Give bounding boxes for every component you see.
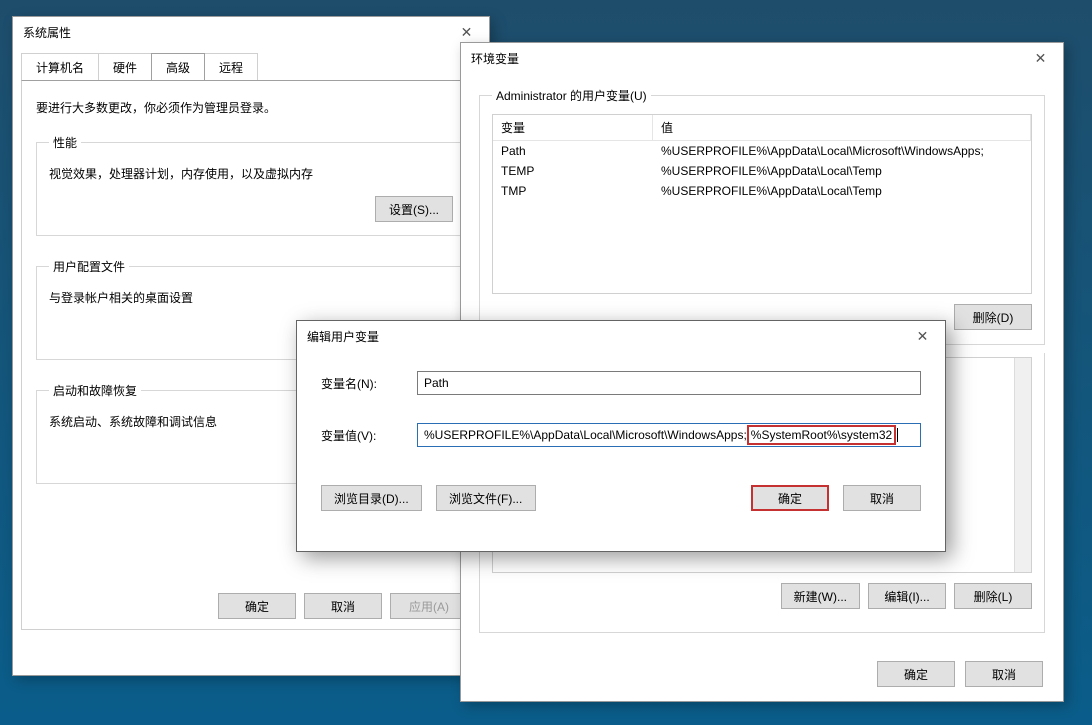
edit-form: 变量名(N): 变量值(V): %USERPROFILE%\AppData\Lo… [297,351,945,485]
var-value-cell: %USERPROFILE%\AppData\Local\Microsoft\Wi… [653,141,1031,161]
sys-apply-button[interactable]: 应用(A) [390,593,468,619]
var-name-cell: TEMP [493,161,653,181]
group-performance: 性能 视觉效果，处理器计划，内存使用，以及虚拟内存 设置(S)... [36,134,466,236]
value-highlight: %SystemRoot%\system32 [747,425,896,445]
value-segment: %USERPROFILE%\AppData\Local\Microsoft\Wi… [418,428,747,442]
edit-ok-button[interactable]: 确定 [751,485,829,511]
var-value-cell: %USERPROFILE%\AppData\Local\Temp [653,161,1031,181]
text-caret [897,428,898,442]
browse-file-button[interactable]: 浏览文件(F)... [436,485,536,511]
system-var-buttons: 新建(W)... 编辑(I)... 删除(L) [492,583,1032,609]
var-value-row: 变量值(V): %USERPROFILE%\AppData\Local\Micr… [321,423,921,447]
var-name-row: 变量名(N): [321,371,921,395]
tab-computer-name[interactable]: 计算机名 [21,53,99,80]
perf-settings-button[interactable]: 设置(S)... [375,196,453,222]
user-vars-table[interactable]: 变量 值 Path%USERPROFILE%\AppData\Local\Mic… [492,114,1032,294]
edit-title: 编辑用户变量 [307,328,379,345]
env-title: 环境变量 [471,50,519,67]
startup-legend: 启动和故障恢复 [49,382,141,399]
tab-hardware[interactable]: 硬件 [98,53,152,80]
scrollbar[interactable] [1014,358,1031,572]
perf-legend: 性能 [49,134,81,151]
sys-titlebar[interactable]: 系统属性 ✕ [13,17,489,47]
var-value-input[interactable]: %USERPROFILE%\AppData\Local\Microsoft\Wi… [417,423,921,447]
admin-hint: 要进行大多数更改，你必须作为管理员登录。 [36,99,466,116]
user-vars-header: 变量 值 [493,115,1031,141]
var-value-label: 变量值(V): [321,427,417,444]
tab-remote[interactable]: 远程 [204,53,258,80]
profile-legend: 用户配置文件 [49,258,129,275]
sys-new-button[interactable]: 新建(W)... [781,583,860,609]
sys-ok-button[interactable]: 确定 [218,593,296,619]
var-value-cell: %USERPROFILE%\AppData\Local\Temp [653,181,1031,201]
tab-advanced[interactable]: 高级 [151,53,205,80]
user-delete-button[interactable]: 删除(D) [954,304,1032,330]
table-row[interactable]: TMP%USERPROFILE%\AppData\Local\Temp [493,181,1031,201]
edit-user-variable-dialog: 编辑用户变量 ✕ 变量名(N): 变量值(V): %USERPROFILE%\A… [296,320,946,552]
var-name-cell: TMP [493,181,653,201]
sys-dialog-buttons: 确定 取消 应用(A) [218,593,468,619]
var-name-label: 变量名(N): [321,375,417,392]
table-row[interactable]: TEMP%USERPROFILE%\AppData\Local\Temp [493,161,1031,181]
user-vars-body: Path%USERPROFILE%\AppData\Local\Microsof… [493,141,1031,201]
edit-titlebar[interactable]: 编辑用户变量 ✕ [297,321,945,351]
profile-desc: 与登录帐户相关的桌面设置 [49,289,453,306]
env-dialog-buttons: 确定 取消 [877,661,1043,687]
edit-cancel-button[interactable]: 取消 [843,485,921,511]
user-vars-legend: Administrator 的用户变量(U) [492,87,651,104]
close-icon[interactable]: ✕ [1018,43,1063,73]
env-titlebar[interactable]: 环境变量 ✕ [461,43,1063,73]
sys-tabs: 计算机名 硬件 高级 远程 [21,53,481,80]
table-row[interactable]: Path%USERPROFILE%\AppData\Local\Microsof… [493,141,1031,161]
close-icon[interactable]: ✕ [900,321,945,351]
env-cancel-button[interactable]: 取消 [965,661,1043,687]
perf-desc: 视觉效果，处理器计划，内存使用，以及虚拟内存 [49,165,453,182]
sys-delete-button[interactable]: 删除(L) [954,583,1032,609]
var-name-input[interactable] [417,371,921,395]
col-variable[interactable]: 变量 [493,115,653,140]
env-ok-button[interactable]: 确定 [877,661,955,687]
sys-cancel-button[interactable]: 取消 [304,593,382,619]
browse-dir-button[interactable]: 浏览目录(D)... [321,485,422,511]
edit-dialog-buttons: 浏览目录(D)... 浏览文件(F)... 确定 取消 [297,485,945,527]
col-value[interactable]: 值 [653,115,1031,140]
sys-title: 系统属性 [23,24,71,41]
user-vars-group: Administrator 的用户变量(U) 变量 值 Path%USERPRO… [479,87,1045,345]
var-name-cell: Path [493,141,653,161]
sys-edit-button[interactable]: 编辑(I)... [868,583,946,609]
